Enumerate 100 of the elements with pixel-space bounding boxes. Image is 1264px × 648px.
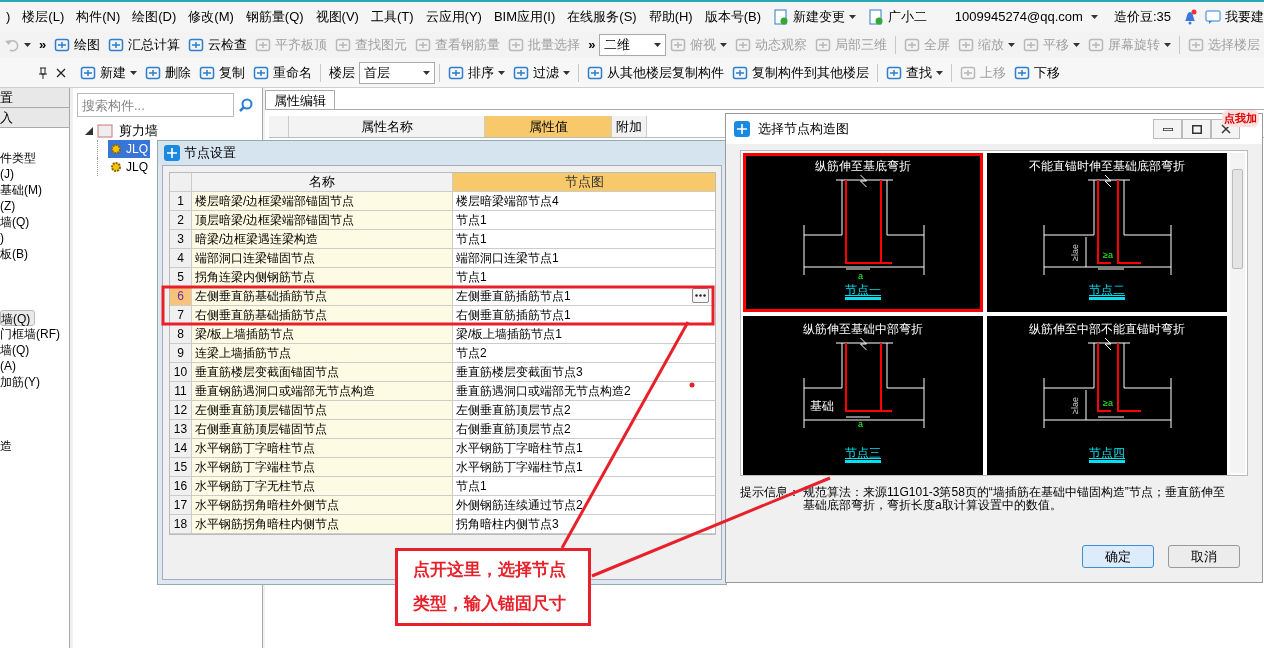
component-type-item[interactable]: 门框墙(RF) — [0, 326, 64, 342]
tool-icon — [732, 64, 748, 81]
component-type-item[interactable]: 件类型 — [0, 150, 40, 166]
promo-badge[interactable]: 点我加 — [1222, 110, 1259, 127]
option-link[interactable]: 节点四 — [1089, 446, 1125, 463]
toolbar-button[interactable]: 排序 — [444, 61, 509, 84]
node-option-card[interactable]: 不能直锚时伸至基础底部弯折 ≥a ≥lae 节点二 — [987, 153, 1227, 312]
toolbar-button[interactable]: 从其他楼层复制构件 — [583, 61, 728, 84]
column-header: 名称 — [192, 173, 453, 192]
column-header[interactable]: 附加 — [612, 116, 647, 137]
component-type-item[interactable]: 造 — [0, 438, 16, 454]
suggest-button[interactable]: 我要建 — [1201, 7, 1264, 27]
toolbar-button[interactable]: 复制构件到其他楼层 — [728, 61, 873, 84]
panel-tab[interactable]: 属性编辑 — [265, 90, 335, 109]
menu-item[interactable]: 楼层(L) — [16, 7, 71, 27]
tool-icon — [960, 64, 976, 81]
component-type-item[interactable]: ) — [0, 230, 8, 246]
overflow-button[interactable]: » — [584, 35, 600, 55]
option-link[interactable]: 节点二 — [1089, 283, 1125, 300]
app-icon — [164, 145, 180, 161]
menu-item[interactable]: 修改(M) — [182, 7, 240, 27]
row-number: 18 — [170, 515, 192, 534]
menu-item[interactable]: 视图(V) — [309, 7, 365, 27]
option-link[interactable]: 节点三 — [845, 446, 881, 463]
component-type-item[interactable]: (A) — [0, 358, 20, 374]
tool-icon — [904, 37, 921, 53]
option-title: 不能直锚时伸至基础底部弯折 — [1029, 158, 1185, 175]
table-cell: 楼层暗梁/边框梁端部锚固节点 — [192, 192, 453, 211]
menu-item[interactable]: 版本号(B) — [698, 7, 768, 27]
menu-item[interactable]: 在线服务(S) — [561, 7, 643, 27]
menu-item[interactable]: BIM应用(I) — [487, 7, 562, 27]
table-cell-text: 水平钢筋丁字暗柱节点1 — [456, 440, 583, 457]
search-icon — [238, 97, 254, 113]
menu-item[interactable]: 工具(T) — [364, 7, 420, 27]
row-number: 16 — [170, 477, 192, 496]
component-type-item[interactable]: (J) — [0, 166, 18, 182]
toolbar-button[interactable]: 查找 — [882, 61, 947, 84]
panel-tab[interactable]: 入 — [0, 108, 69, 128]
toolbar-button[interactable]: 删除 — [141, 61, 195, 84]
toolbar-button[interactable]: 重命名 — [249, 61, 316, 84]
menu-item[interactable]: 构件(N) — [70, 7, 127, 27]
component-type-item[interactable]: 墙(Q) — [0, 214, 34, 230]
panel-tab[interactable]: 置 — [0, 88, 69, 108]
table-cell: 水平钢筋丁字无柱节点 — [192, 477, 453, 496]
component-type-item[interactable]: 墙(Q) — [0, 342, 34, 358]
row-number: 3 — [170, 230, 192, 249]
toolbar-button[interactable]: 下移 — [1010, 61, 1064, 84]
tool-icon — [253, 64, 269, 81]
toolbar-button[interactable]: 复制 — [195, 61, 249, 84]
caret-icon — [563, 70, 570, 75]
dialog-button[interactable]: 取消 — [1168, 545, 1240, 568]
scrollbar[interactable] — [1230, 153, 1245, 473]
column-header[interactable]: 属性值 — [485, 116, 612, 137]
component-type-item[interactable]: 墙(Q) — [0, 310, 36, 326]
menu-action[interactable]: 广小二 — [862, 7, 934, 27]
toolbar-button[interactable]: 云检查 — [184, 34, 252, 56]
table-cell: 水平钢筋拐角暗柱外侧节点 — [192, 496, 453, 515]
minimize-icon — [1162, 127, 1173, 131]
menu-action[interactable]: 新建变更 — [767, 7, 863, 27]
column-header[interactable]: 属性名称 — [289, 116, 485, 137]
table-cell-text: 节点1 — [456, 478, 487, 495]
caret-icon — [1073, 43, 1081, 47]
minimize-button[interactable] — [1153, 119, 1182, 139]
dropdown-field[interactable]: 二维 — [599, 34, 667, 56]
menu-item[interactable]: 钢筋量(Q) — [239, 7, 310, 27]
table-cell: 水平钢筋丁字暗柱节点 — [192, 439, 453, 458]
tool-icon — [448, 64, 464, 81]
menu-item[interactable]: 云应用(Y) — [419, 7, 488, 27]
tree-item[interactable]: JLQ — [108, 158, 150, 176]
node-option-card[interactable]: 纵筋伸至基底弯折 a 节点一 — [743, 153, 983, 312]
option-link[interactable]: 节点一 — [845, 283, 881, 300]
menu-item[interactable]: ) — [0, 7, 17, 27]
foundation-label: 基础 — [810, 399, 834, 413]
maximize-button[interactable] — [1182, 119, 1211, 139]
dialog-button[interactable]: 确定 — [1082, 545, 1154, 568]
toolbar-button[interactable]: 绘图 — [50, 34, 105, 56]
menu-item[interactable]: 帮助(H) — [642, 7, 699, 27]
node-option-card[interactable]: 纵筋伸至中部不能直锚时弯折 ≥a ≥lae 节点四 — [987, 316, 1227, 475]
tree-item[interactable]: JLQ — [108, 140, 150, 158]
component-type-item[interactable]: 基础(M) — [0, 182, 46, 198]
toolbar-button[interactable]: 过滤 — [509, 61, 574, 84]
tree-item[interactable]: 剪力墙 — [117, 121, 160, 141]
node-option-card[interactable]: 纵筋伸至基础中部弯折 a 基础 节点三 — [743, 316, 983, 475]
bell-icon — [1183, 9, 1197, 25]
dropdown-field[interactable]: 首层 — [359, 61, 435, 84]
toolbar-button[interactable]: 汇总计算 — [104, 34, 185, 56]
component-type-item[interactable]: 板(B) — [0, 246, 32, 262]
overflow-button[interactable]: » — [35, 35, 51, 55]
component-type-item[interactable]: (Z) — [0, 198, 20, 214]
table-cell-text: 垂直筋遇洞口或端部无节点构造2 — [456, 383, 631, 400]
corner-cell — [170, 173, 192, 192]
table-cell-text: 外侧钢筋连续通过节点2 — [456, 497, 583, 514]
menu-item[interactable]: 绘图(D) — [126, 7, 183, 27]
document-icon — [773, 9, 790, 25]
table-cell-text: 右侧垂直筋插筋节点1 — [456, 307, 571, 324]
search-field[interactable]: 搜索构件... — [77, 93, 234, 117]
table-cell: 左侧垂直筋顶层锚固节点 — [192, 401, 453, 420]
toolbar-button[interactable]: 新建 — [76, 61, 141, 84]
account-menu[interactable]: 1009945274@qq.com — [946, 7, 1106, 27]
component-type-item[interactable]: 加筋(Y) — [0, 374, 44, 390]
